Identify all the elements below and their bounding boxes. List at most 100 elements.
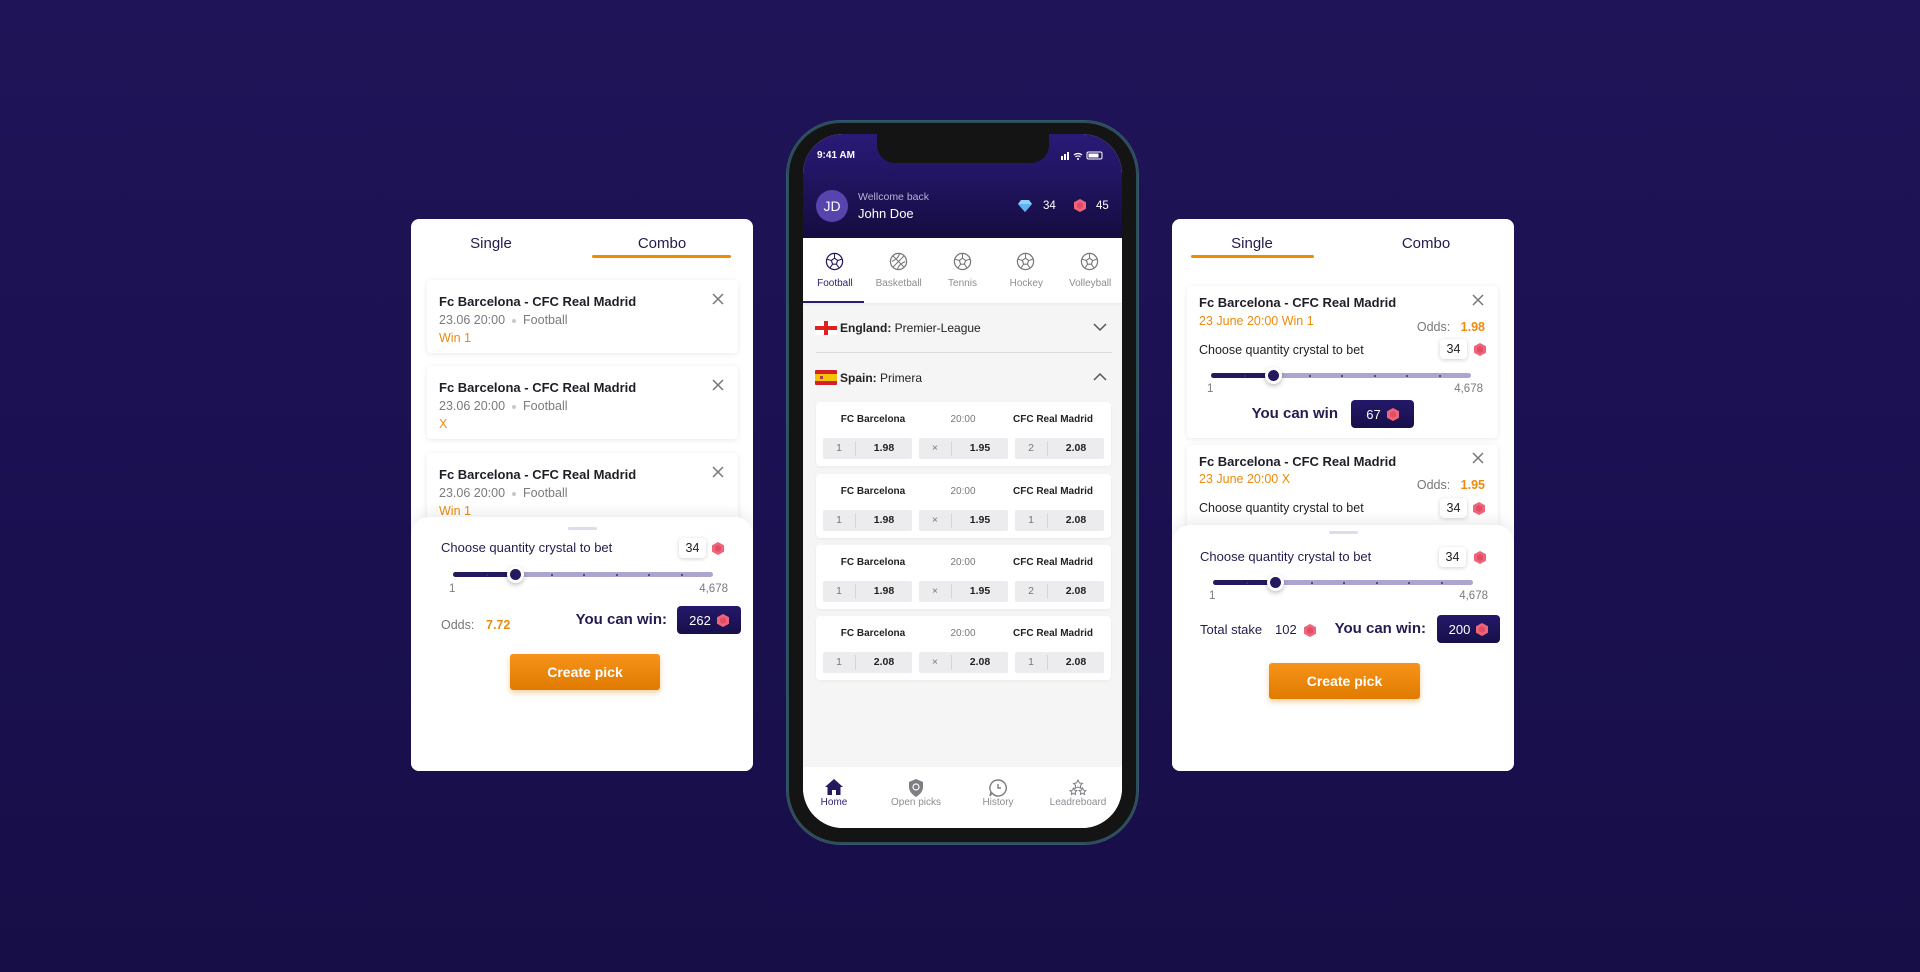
odds-value: 2.08 (1065, 442, 1087, 454)
total-stake-label: Total stake (1200, 622, 1263, 637)
slider-thumb[interactable] (506, 566, 524, 583)
crystal-count: 45 (1096, 200, 1109, 212)
stake-label: Choose quantity crystal to bet (1199, 343, 1364, 357)
home-team: FC Barcelona (840, 557, 906, 568)
league-name: Spain: Primera (840, 371, 923, 385)
close-icon[interactable] (711, 465, 725, 479)
drag-handle[interactable] (1329, 531, 1358, 534)
separator-dot (512, 318, 517, 323)
match-card: FC Barcelona 20:00 CFC Real Madrid 1 1.98 ×… (816, 402, 1111, 466)
odds-button[interactable]: × 2.08 (919, 652, 1008, 673)
pick-detail: 23 June 20:00 X (1199, 472, 1291, 486)
odds-button[interactable]: 1 1.98 (823, 510, 912, 531)
odds-outcome: × (919, 513, 952, 528)
odds-button[interactable]: 1 2.08 (823, 652, 912, 673)
combo-betslip-panel: Single Combo Fc Barcelona - CFC Real Mad… (411, 219, 753, 771)
league-spain[interactable]: Spain: Primera (803, 364, 1122, 392)
nav-leaderboard[interactable]: Leadreboard (1038, 767, 1118, 828)
odds-button[interactable]: × 1.95 (919, 510, 1008, 531)
close-icon[interactable] (1471, 293, 1485, 307)
tab-combo[interactable]: Combo (1356, 234, 1496, 254)
nav-open-picks[interactable]: Open picks (876, 767, 956, 828)
close-icon[interactable] (711, 378, 725, 392)
tab-tennis[interactable]: Tennis (931, 238, 995, 303)
nav-label: Leadreboard (1049, 797, 1107, 808)
user-name: John Doe (858, 206, 914, 221)
nav-label: Open picks (890, 797, 942, 808)
create-pick-button[interactable]: Create pick (1269, 663, 1420, 699)
slider-tick (485, 573, 488, 576)
league-england[interactable]: England: Premier-League (803, 314, 1122, 342)
close-icon[interactable] (1471, 451, 1485, 465)
tab-single[interactable]: Single (1182, 234, 1322, 254)
crystal-icon (1474, 343, 1486, 356)
odds-button[interactable]: 1 2.08 (1015, 652, 1104, 673)
phone-screen: 9:41 AM JD Wellcome back John Doe 34 45 … (803, 134, 1122, 828)
tab-basketball[interactable]: Basketball (867, 238, 931, 303)
stake-slider[interactable] (1211, 367, 1471, 384)
odds-button[interactable]: × 1.95 (919, 581, 1008, 602)
stake-label: Choose quantity crystal to bet (1200, 549, 1372, 564)
stake-input[interactable]: 34 (1439, 547, 1466, 567)
create-pick-button[interactable]: Create pick (510, 654, 660, 690)
avatar[interactable]: JD (816, 190, 848, 222)
odds-button[interactable]: 2 2.08 (1015, 438, 1104, 459)
crystal-icon (1074, 199, 1086, 212)
odds-label: Odds: (441, 618, 475, 632)
match-time: 20:00 (950, 414, 976, 425)
tab-combo[interactable]: Combo (592, 234, 732, 254)
match-meta: 23.06 20:00 Football (439, 310, 568, 330)
slider-tick (583, 573, 585, 576)
close-icon[interactable] (711, 292, 725, 306)
stake-label: Choose quantity crystal to bet (1199, 501, 1364, 515)
slider-max-label: 4,678 (1454, 383, 1483, 395)
tab-volleyball[interactable]: Volleyball (1058, 238, 1122, 303)
status-time: 9:41 AM (817, 150, 855, 161)
win-label: You can win (1251, 405, 1338, 422)
spain-flag-icon (815, 370, 837, 385)
pick-selection: Win 1 (439, 331, 471, 345)
odds-button[interactable]: 1 1.98 (823, 438, 912, 459)
odds-button[interactable]: 2 2.08 (1015, 581, 1104, 602)
stake-input[interactable]: 34 (679, 538, 706, 558)
tab-hockey[interactable]: Hockey (994, 238, 1058, 303)
stake-slider[interactable] (453, 566, 713, 583)
tab-single[interactable]: Single (421, 234, 561, 254)
nav-home[interactable]: Home (803, 767, 874, 828)
odds-button[interactable]: 1 2.08 (1015, 510, 1104, 531)
active-tab-indicator (592, 255, 731, 258)
crystal-icon (1474, 551, 1486, 564)
odds-outcome: 1 (823, 441, 856, 456)
chevron-up-icon (1093, 372, 1107, 381)
win-amount: 262 (677, 606, 741, 634)
single-betslip-panel: Single Combo Fc Barcelona - CFC Real Mad… (1172, 219, 1514, 771)
tab-label: Football (817, 278, 853, 289)
crystal-icon (1476, 623, 1488, 636)
match-time: 20:00 (950, 486, 976, 497)
nav-history[interactable]: History (958, 767, 1038, 828)
tab-label: Tennis (948, 278, 977, 289)
match-title: Fc Barcelona - CFC Real Madrid (439, 294, 637, 309)
slider-thumb[interactable] (1264, 367, 1282, 384)
match-card: FC Barcelona 20:00 CFC Real Madrid 1 1.98 ×… (816, 474, 1111, 538)
win-value: 67 (1366, 406, 1381, 422)
stake-input[interactable]: 34 (1440, 339, 1467, 359)
odds-button[interactable]: 1 1.98 (823, 581, 912, 602)
win-label: You can win: (575, 611, 667, 628)
slider-thumb[interactable] (1266, 574, 1284, 591)
crystal-icon (1387, 408, 1399, 421)
odds-button[interactable]: × 1.95 (919, 438, 1008, 459)
slider-tick (1406, 374, 1408, 377)
odds-value: 1.95 (969, 514, 991, 526)
match-card: FC Barcelona 20:00 CFC Real Madrid 1 2.08 ×… (816, 616, 1111, 680)
active-tab-indicator (1191, 255, 1314, 258)
win-label: You can win: (1334, 620, 1426, 637)
stake-input[interactable]: 34 (1440, 498, 1467, 518)
slider-tick (615, 573, 618, 576)
win-amount: 67 (1351, 400, 1414, 428)
odds-value: 1.98 (873, 585, 895, 597)
total-stake-value: 102 (1275, 622, 1297, 637)
drag-handle[interactable] (568, 527, 597, 530)
tab-football[interactable]: Football (803, 238, 867, 303)
stake-slider[interactable] (1213, 574, 1473, 591)
